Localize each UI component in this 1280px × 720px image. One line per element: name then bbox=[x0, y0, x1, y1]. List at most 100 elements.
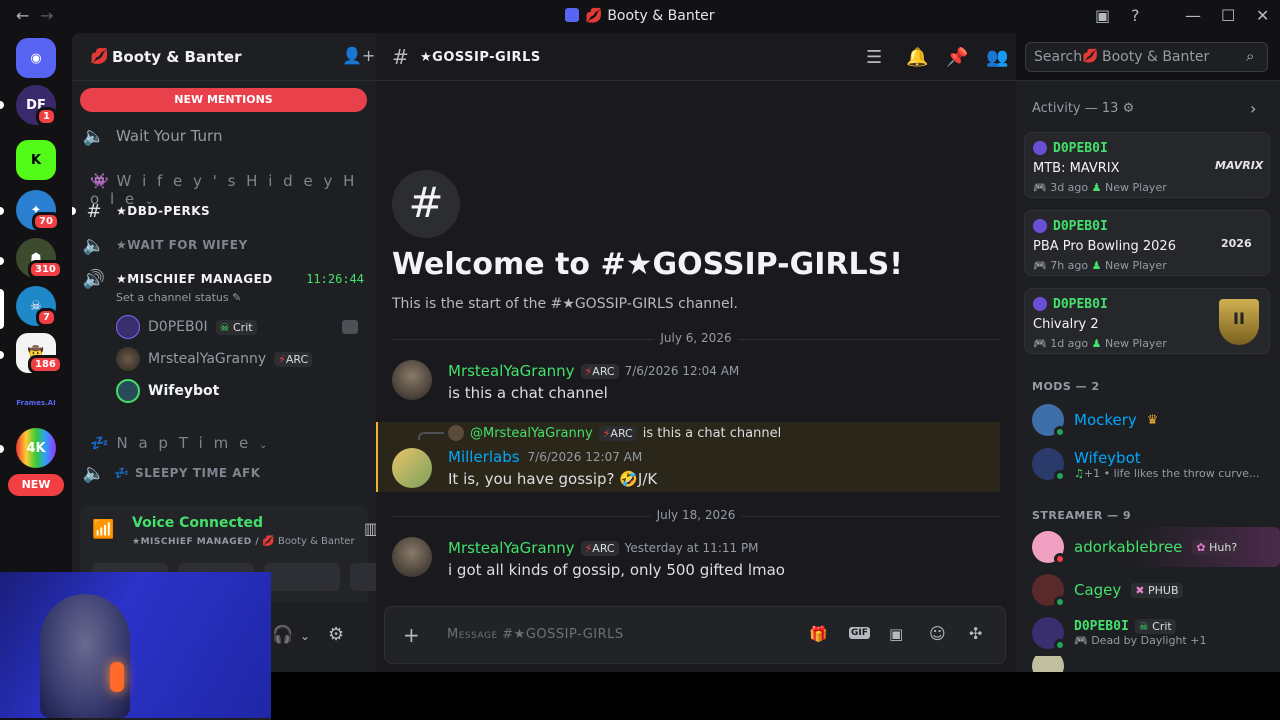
unread-pill bbox=[0, 257, 4, 265]
voice-user-name: D0PEB0I bbox=[148, 319, 208, 335]
user-tag-label: ARC bbox=[592, 541, 615, 555]
activity-meta: 🎮 7h ago ♟ New Player bbox=[1033, 259, 1167, 272]
signal-icon[interactable]: 📶 bbox=[92, 519, 114, 540]
member-text: D0PEB0I ☠ Crit 🎮 Dead by Daylight +1 bbox=[1074, 619, 1206, 647]
voice-location-channel: ★MISCHIEF MANAGED / bbox=[132, 537, 260, 547]
member-wifeybot[interactable]: Wifeybot ♫+1 • life likes the throw curv… bbox=[1032, 444, 1272, 484]
kick-server-icon[interactable]: K bbox=[16, 140, 56, 180]
phub-icon: ✖ bbox=[1135, 583, 1145, 597]
webcam-overlay bbox=[0, 572, 271, 718]
voice-channel-wait[interactable]: 🔈 Wait Your Turn bbox=[80, 120, 370, 152]
pin-icon[interactable]: 📌 bbox=[946, 47, 968, 68]
new-servers-pill[interactable]: NEW bbox=[8, 474, 64, 496]
member-cagey[interactable]: Cagey ✖ PHUB bbox=[1032, 570, 1272, 610]
discord-home-icon[interactable]: ◉ bbox=[16, 38, 56, 78]
avatar bbox=[1033, 141, 1047, 155]
text-channel-dbd-perks[interactable]: # ★DBD-PERKS bbox=[80, 195, 370, 227]
highlighted-message: @MrstealYaGranny ⚡ARC is this a chat cha… bbox=[376, 422, 1000, 492]
gift-icon[interactable]: 🎁 bbox=[809, 625, 828, 643]
settings-gear-icon[interactable]: ⚙ bbox=[328, 624, 344, 645]
server-icon-8[interactable]: 4K bbox=[16, 428, 56, 468]
message-author[interactable]: Millerlabs bbox=[448, 448, 520, 466]
online-status-dot bbox=[1054, 426, 1066, 438]
message-composer[interactable]: + Message #★GOSSIP-GIRLS 🎁 GIF ▣ ☺ ✣ bbox=[384, 606, 1006, 664]
message-author[interactable]: MrstealYaGranny bbox=[448, 539, 575, 557]
voice-location[interactable]: ★MISCHIEF MANAGED / 💋 Booty & Banter bbox=[132, 536, 355, 547]
close-button[interactable]: ✕ bbox=[1256, 6, 1269, 25]
avatar bbox=[116, 347, 140, 371]
set-channel-status[interactable]: Set a channel status ✎ bbox=[116, 291, 241, 304]
activities-button[interactable] bbox=[264, 563, 340, 591]
member-status: ♫+1 • life likes the throw curve... bbox=[1074, 467, 1260, 480]
avatar[interactable] bbox=[392, 537, 432, 577]
voice-timer: 11:26:44 bbox=[306, 272, 364, 286]
voice-user-name: MrstealYaGranny bbox=[148, 351, 267, 367]
activity-header[interactable]: Activity — 13 ⚙ bbox=[1032, 101, 1134, 116]
server-name[interactable]: Booty & Banter bbox=[112, 48, 242, 66]
search-input[interactable]: Search 💋 Booty & Banter ⌕ bbox=[1025, 42, 1268, 72]
inbox-icon[interactable]: ▣ bbox=[1095, 6, 1110, 25]
help-icon[interactable]: ? bbox=[1131, 6, 1140, 25]
member-mockery[interactable]: Mockery ♛ bbox=[1032, 400, 1272, 440]
online-status-dot bbox=[1054, 596, 1066, 608]
activity-status: New Player bbox=[1105, 259, 1167, 272]
member-list: Activity — 13 ⚙ › D0PEB0I MTB: MAVRIX 🎮 … bbox=[1016, 81, 1280, 720]
lips-icon: 💋 bbox=[262, 536, 275, 547]
activity-card[interactable]: D0PEB0I PBA Pro Bowling 2026 🎮 7h ago ♟ … bbox=[1024, 210, 1270, 276]
hashtag-icon: # bbox=[392, 45, 409, 69]
apps-icon[interactable]: ✣ bbox=[969, 624, 982, 643]
member-name: Mockery bbox=[1074, 411, 1137, 429]
activity-card[interactable]: D0PEB0I MTB: MAVRIX 🎮 3d ago ♟ New Playe… bbox=[1024, 132, 1270, 198]
reply-reference[interactable]: @MrstealYaGranny ⚡ARC is this a chat cha… bbox=[448, 425, 781, 441]
voice-channel-wait-for-wifey[interactable]: 🔈 ★WAIT FOR WIFEY bbox=[80, 229, 370, 261]
user-tag-label: PHUB bbox=[1148, 583, 1179, 597]
notification-bell-icon[interactable]: 🔔 bbox=[906, 47, 928, 68]
unread-pill bbox=[0, 351, 4, 359]
chevron-down-icon[interactable]: ⌄ bbox=[300, 629, 310, 643]
invite-people-icon[interactable]: 👤+ bbox=[342, 46, 375, 65]
voice-user-wifeybot[interactable]: Wifeybot bbox=[116, 377, 219, 405]
voice-channel-sleepy-time[interactable]: 🔈 💤 SLEEPY TIME AFK bbox=[80, 457, 370, 489]
emoji-icon[interactable]: ☺ bbox=[929, 624, 946, 643]
maximize-button[interactable]: ☐ bbox=[1221, 6, 1235, 25]
message-input[interactable]: Message #★GOSSIP-GIRLS bbox=[447, 627, 624, 642]
frames-ai-icon[interactable]: Frames.AI bbox=[16, 383, 56, 423]
sticker-icon[interactable]: ▣ bbox=[889, 625, 903, 643]
message-author[interactable]: MrstealYaGranny bbox=[448, 362, 575, 380]
lips-icon: 💋 bbox=[90, 47, 109, 65]
gif-icon[interactable]: GIF bbox=[849, 627, 870, 639]
voice-user-mrstealyagranny[interactable]: MrstealYaGranny ⚡ARC bbox=[116, 345, 313, 373]
avatar bbox=[1032, 448, 1066, 482]
headset-light bbox=[110, 662, 124, 692]
activity-card[interactable]: D0PEB0I Chivalry 2 🎮 1d ago ♟ New Player… bbox=[1024, 288, 1270, 354]
member-adorkablebree[interactable]: adorkablebree ✿ Huh? bbox=[1032, 527, 1280, 567]
member-dopeboi[interactable]: D0PEB0I ☠ Crit 🎮 Dead by Daylight +1 bbox=[1032, 613, 1272, 653]
user-tag-label: ARC bbox=[285, 352, 309, 366]
chevron-right-icon[interactable]: › bbox=[1250, 99, 1256, 118]
user-tag: ⚡ARC bbox=[580, 363, 619, 379]
avatar[interactable] bbox=[392, 360, 432, 400]
chat-area: # ★GOSSIP-GIRLS ☰ 🔔 📌 👥 # Welcome to #★G… bbox=[376, 33, 1016, 720]
chevron-down-icon[interactable]: ⌄ bbox=[224, 47, 235, 62]
activity-game: PBA Pro Bowling 2026 bbox=[1033, 239, 1176, 254]
user-tag: ⚡ARC bbox=[580, 540, 619, 556]
person-silhouette bbox=[40, 594, 130, 718]
avatar[interactable] bbox=[392, 448, 432, 488]
headphones-icon[interactable]: 🎧 bbox=[272, 625, 293, 645]
skull-icon: ☠ bbox=[219, 320, 230, 334]
member-list-icon[interactable]: 👥 bbox=[986, 47, 1008, 68]
add-attachment-icon[interactable]: + bbox=[403, 623, 420, 647]
avatar bbox=[1032, 574, 1066, 608]
category-nap-time[interactable]: 💤 N a p T i m e ⌄ bbox=[90, 434, 267, 452]
music-icon: ♫ bbox=[1074, 466, 1084, 480]
minimize-button[interactable]: — bbox=[1185, 6, 1201, 25]
voice-user-dopeboi[interactable]: D0PEB0I ☠ Crit bbox=[116, 313, 257, 341]
activity-status: New Player bbox=[1105, 337, 1167, 350]
threads-icon[interactable]: ☰ bbox=[866, 47, 882, 68]
user-tag: ☠ Crit bbox=[1134, 619, 1176, 634]
mention-badge: 186 bbox=[28, 355, 63, 374]
new-mentions-banner[interactable]: NEW MENTIONS bbox=[80, 88, 367, 112]
gear-icon: ⚙ bbox=[1122, 101, 1135, 116]
server-header[interactable]: 💋 Booty & Banter ⌄ 👤+ bbox=[72, 33, 376, 81]
activity-game: MTB: MAVRIX bbox=[1033, 161, 1120, 176]
